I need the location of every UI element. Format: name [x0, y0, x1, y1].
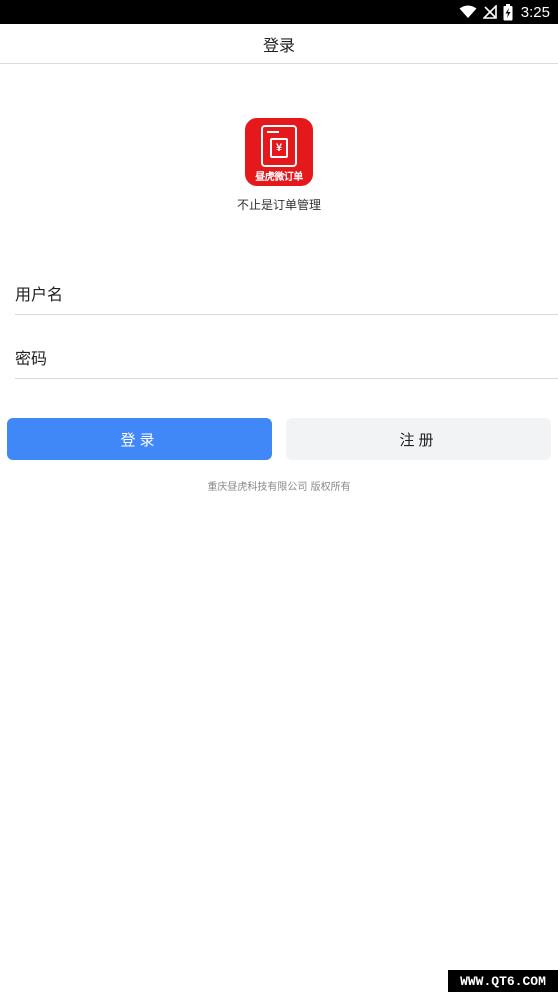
app-logo: ¥ 昼虎微订单: [245, 118, 313, 186]
page-title: 登录: [262, 35, 295, 55]
phone-icon: ¥: [261, 125, 297, 167]
no-signal-icon: [482, 5, 497, 19]
register-button[interactable]: 注册: [286, 418, 551, 460]
status-icons: 3:25: [459, 0, 550, 24]
wifi-icon: [459, 5, 477, 18]
watermark: WWW.QT6.COM: [448, 970, 558, 992]
battery-charging-icon: [503, 3, 513, 20]
password-input[interactable]: [15, 339, 558, 377]
phone-bar: [267, 131, 279, 133]
copyright-text: 重庆昼虎科技有限公司 版权所有: [207, 482, 351, 493]
title-bar: 登录: [0, 24, 558, 64]
login-button[interactable]: 登录: [7, 418, 272, 460]
status-bar: 3:25: [0, 0, 558, 24]
logo-inner-frame: ¥: [270, 138, 288, 158]
status-time: 3:25: [520, 3, 550, 21]
username-field: [15, 275, 558, 315]
app-slogan: 不止是订单管理: [236, 198, 321, 212]
password-field: [15, 339, 558, 379]
logo-app-name: 昼虎微订单: [255, 172, 303, 183]
yen-icon: ¥: [275, 142, 283, 154]
username-input[interactable]: [15, 275, 558, 313]
